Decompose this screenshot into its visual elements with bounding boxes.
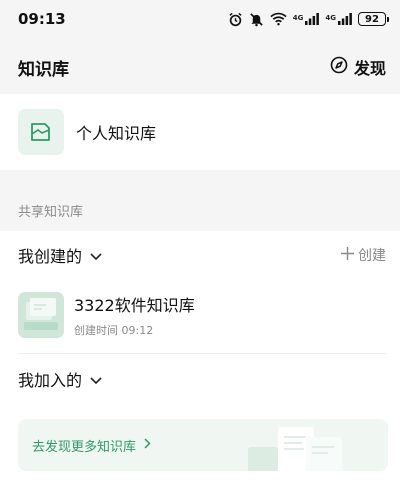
- section-label-shared: 共享知识库: [18, 205, 84, 220]
- joined-header: 我加入的: [0, 357, 400, 401]
- chevron-right-icon: [144, 437, 151, 453]
- status-time: 09:13: [18, 10, 66, 28]
- discover-more-banner[interactable]: 去发现更多知识库: [18, 419, 388, 471]
- header: 知识库 发现: [0, 46, 400, 88]
- kb-item-text: 3322软件知识库 创建时间 09:12: [74, 292, 195, 338]
- personal-kb-card[interactable]: 个人知识库: [0, 94, 400, 170]
- personal-kb-label: 个人知识库: [76, 124, 157, 143]
- created-heading: 我创建的: [18, 247, 83, 266]
- divider: [18, 353, 386, 354]
- status-bar: 09:13 4G 4G 92: [0, 0, 400, 38]
- signal-strength-1: 4G: [293, 13, 320, 25]
- kb-list-item[interactable]: 3322软件知识库 创建时间 09:12: [0, 283, 400, 347]
- compass-icon: [330, 56, 348, 78]
- bell-off-icon: [249, 12, 264, 27]
- battery-indicator: 92: [358, 12, 389, 26]
- chevron-down-icon: [90, 246, 102, 265]
- plus-icon: [341, 246, 354, 264]
- wifi-icon: [270, 12, 287, 26]
- discover-label: 发现: [353, 59, 386, 78]
- create-button[interactable]: 创建: [341, 245, 386, 265]
- joined-dropdown[interactable]: 我加入的: [18, 367, 102, 391]
- shared-kb-panel: 我创建的 创建 3322软件知识库 创建时间 09:12 我加入的 去发现更多知…: [0, 231, 400, 491]
- network-tag: 4G: [325, 14, 336, 22]
- create-label: 创建: [358, 248, 386, 264]
- banner-illustration: [248, 423, 358, 471]
- kb-item-meta: 创建时间 09:12: [74, 324, 154, 337]
- signal-strength-2: 4G: [325, 13, 352, 25]
- joined-heading: 我加入的: [18, 371, 83, 390]
- banner-text-wrap: 去发现更多知识库: [32, 436, 151, 455]
- kb-thumbnail: [18, 292, 64, 338]
- folder-icon: [18, 109, 64, 155]
- network-tag: 4G: [292, 14, 304, 22]
- discover-button[interactable]: 发现: [330, 55, 386, 79]
- kb-item-title: 3322软件知识库: [74, 296, 195, 315]
- alarm-icon: [228, 12, 243, 27]
- chevron-down-icon: [90, 370, 102, 389]
- created-dropdown[interactable]: 我创建的: [18, 243, 102, 267]
- banner-text: 去发现更多知识库: [32, 439, 137, 455]
- status-icons: 4G 4G 92: [228, 12, 389, 27]
- created-header: 我创建的 创建: [0, 233, 400, 277]
- page-title: 知识库: [18, 59, 69, 80]
